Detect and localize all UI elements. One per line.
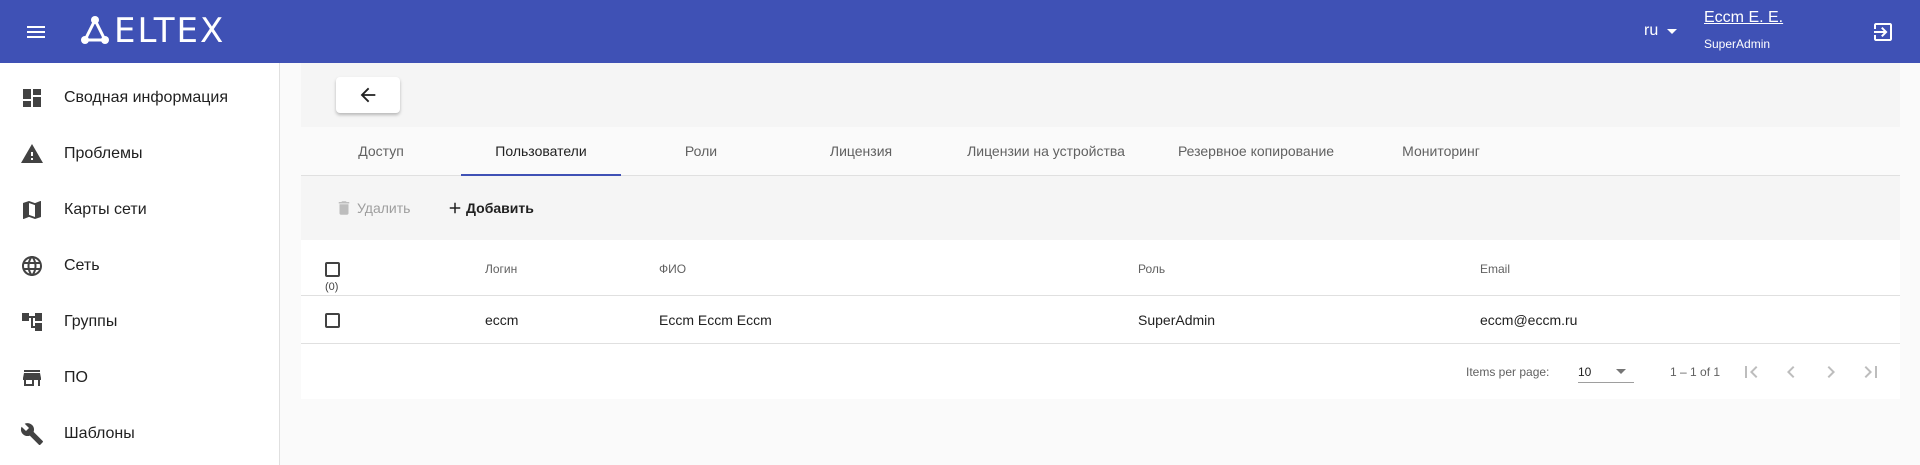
sidebar-item-label: Группы bbox=[64, 313, 118, 330]
language-select[interactable]: ru bbox=[1644, 22, 1678, 40]
back-button[interactable] bbox=[336, 77, 400, 113]
back-bar bbox=[301, 63, 1900, 127]
tab-label: Лицензии на устройства bbox=[967, 143, 1125, 159]
tab-roles[interactable]: Роли bbox=[621, 127, 781, 175]
cell-email: eccm@eccm.ru bbox=[1480, 312, 1578, 328]
trash-icon bbox=[338, 201, 350, 215]
column-header-email[interactable]: Email bbox=[1480, 262, 1510, 276]
caret-down-icon bbox=[1616, 369, 1626, 374]
tab-label: Пользователи bbox=[495, 143, 587, 159]
sidebar: Сводная информация Проблемы Карты сети С… bbox=[0, 63, 280, 465]
column-header-fio[interactable]: ФИО bbox=[659, 262, 686, 276]
select-all-checkbox[interactable] bbox=[325, 262, 340, 277]
language-value: ru bbox=[1644, 22, 1659, 39]
column-header-login[interactable]: Логин bbox=[485, 262, 517, 276]
tab-label: Доступ bbox=[358, 143, 404, 159]
store-icon bbox=[20, 366, 44, 390]
prev-page-icon[interactable] bbox=[1779, 360, 1803, 384]
sidebar-item-network-maps[interactable]: Карты сети bbox=[0, 182, 279, 238]
table-row[interactable]: eccm Eccm Eccm Eccm SuperAdmin eccm@eccm… bbox=[301, 296, 1900, 344]
sidebar-item-label: Шаблоны bbox=[64, 425, 135, 442]
sidebar-item-groups[interactable]: Группы bbox=[0, 294, 279, 350]
globe-icon bbox=[20, 254, 44, 278]
user-role: SuperAdmin bbox=[1704, 37, 1771, 51]
page-range-label: 1 – 1 of 1 bbox=[1670, 365, 1721, 379]
tab-license[interactable]: Лицензия bbox=[781, 127, 941, 175]
delete-label: Удалить bbox=[357, 200, 411, 216]
menu-icon[interactable] bbox=[24, 20, 48, 44]
tab-label: Лицензия bbox=[829, 143, 893, 159]
warning-icon bbox=[20, 142, 44, 166]
tab-backup[interactable]: Резервное копирование bbox=[1151, 127, 1361, 175]
table-header: (0) Логин ФИО Роль Email bbox=[301, 240, 1900, 296]
add-label: Добавить bbox=[466, 200, 534, 216]
row-checkbox[interactable] bbox=[325, 313, 340, 328]
caret-down-icon bbox=[1667, 28, 1678, 34]
tab-device-licenses[interactable]: Лицензии на устройства bbox=[941, 127, 1151, 175]
map-icon bbox=[20, 198, 44, 222]
sidebar-item-templates[interactable]: Шаблоны bbox=[0, 406, 279, 462]
groups-tree-icon bbox=[20, 310, 44, 334]
tab-label: Мониторинг bbox=[1402, 143, 1480, 159]
table-toolbar: Удалить Добавить bbox=[301, 176, 1900, 240]
top-app-bar: ELTEX ru Eccm E. E. SuperAdmin bbox=[0, 0, 1920, 63]
tab-access[interactable]: Доступ bbox=[301, 127, 461, 175]
sidebar-item-label: ПО bbox=[64, 369, 88, 386]
paginator: Items per page: 10 1 – 1 of 1 bbox=[301, 344, 1900, 399]
users-table: (0) Логин ФИО Роль Email eccm Eccm Eccm … bbox=[301, 240, 1900, 399]
items-per-page-label: Items per page: bbox=[1466, 365, 1550, 379]
tab-users[interactable]: Пользователи bbox=[461, 127, 621, 176]
sidebar-item-problems[interactable]: Проблемы bbox=[0, 126, 279, 182]
sidebar-item-label: Сводная информация bbox=[64, 89, 228, 106]
logo-text: ELTEX bbox=[114, 11, 226, 51]
tab-label: Резервное копирование bbox=[1177, 143, 1335, 159]
first-page-icon[interactable] bbox=[1739, 360, 1763, 384]
eltex-logo-mark-icon bbox=[81, 16, 109, 44]
plus-icon bbox=[449, 202, 461, 214]
sidebar-item-network[interactable]: Сеть bbox=[0, 238, 279, 294]
wrench-icon bbox=[20, 422, 44, 446]
cell-fio: Eccm Eccm Eccm bbox=[659, 312, 772, 328]
cell-role: SuperAdmin bbox=[1138, 312, 1216, 328]
user-info: Eccm E. E. SuperAdmin bbox=[1704, 9, 1783, 51]
sidebar-item-software[interactable]: ПО bbox=[0, 350, 279, 406]
last-page-icon[interactable] bbox=[1859, 360, 1883, 384]
add-button[interactable]: Добавить bbox=[446, 190, 534, 226]
cell-login: eccm bbox=[485, 312, 519, 328]
tab-monitoring[interactable]: Мониторинг bbox=[1361, 127, 1521, 175]
column-header-role[interactable]: Роль bbox=[1138, 262, 1165, 276]
tab-label: Роли bbox=[684, 143, 718, 159]
next-page-icon[interactable] bbox=[1819, 360, 1843, 384]
arrow-back-icon bbox=[360, 87, 376, 103]
eltex-logo: ELTEX bbox=[78, 12, 225, 50]
sidebar-item-label: Проблемы bbox=[64, 145, 143, 162]
tab-bar: Доступ Пользователи Роли Лицензия Лиценз… bbox=[301, 127, 1900, 176]
dashboard-icon bbox=[20, 86, 44, 110]
sidebar-item-label: Карты сети bbox=[64, 201, 147, 218]
page-size-value: 10 bbox=[1578, 365, 1592, 379]
selected-count: (0) bbox=[325, 281, 339, 293]
sidebar-item-summary[interactable]: Сводная информация bbox=[0, 70, 279, 126]
user-name-link[interactable]: Eccm E. E. bbox=[1704, 9, 1783, 27]
logout-icon[interactable] bbox=[1871, 20, 1895, 44]
delete-button[interactable]: Удалить bbox=[335, 190, 410, 226]
sidebar-item-label: Сеть bbox=[64, 257, 100, 274]
page-size-select[interactable]: 10 bbox=[1578, 361, 1634, 383]
main-content: Доступ Пользователи Роли Лицензия Лиценз… bbox=[281, 63, 1920, 465]
